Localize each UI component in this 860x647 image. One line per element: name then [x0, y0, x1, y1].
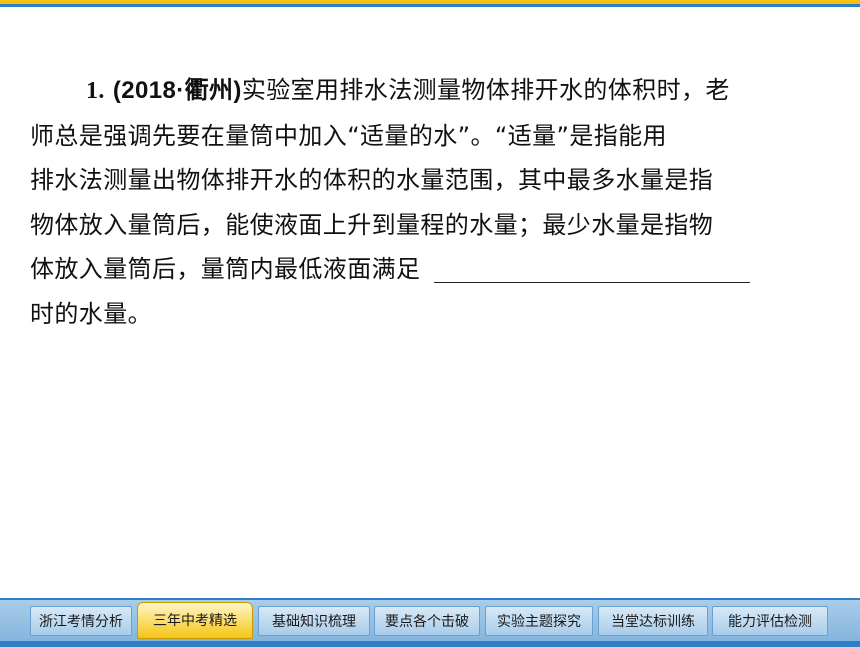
- question-line-4: 物体放入量筒后，能使液面上升到量程的水量；最少水量是指物: [30, 210, 714, 239]
- question-block: 1. (2018·衢州)实验室用排水法测量物体排开水的体积时，老 师总是强调先要…: [30, 68, 820, 336]
- tab-key-points[interactable]: 要点各个击破: [374, 606, 480, 636]
- tab-three-year-selection[interactable]: 三年中考精选: [137, 602, 253, 639]
- tab-zhejiang-analysis[interactable]: 浙江考情分析: [30, 606, 132, 636]
- answer-blank: [434, 258, 751, 283]
- question-line-3: 排水法测量出物体排开水的体积的水量范围，其中最多水量是指: [30, 166, 714, 194]
- question-line-6: 时的水量。: [30, 299, 152, 328]
- tab-experiment-topics[interactable]: 实验主题探究: [485, 606, 593, 636]
- tab-ability-assessment[interactable]: 能力评估检测: [712, 606, 828, 636]
- tab-class-training[interactable]: 当堂达标训练: [598, 606, 708, 636]
- question-line-2: 师总是强调先要在量筒中加入“适量的水”。“适量”是指能用: [30, 121, 667, 150]
- question-number: 1.: [86, 78, 105, 104]
- tab-basic-knowledge[interactable]: 基础知识梳理: [258, 606, 370, 636]
- question-line-5: 体放入量筒后，量筒内最低液面满足: [30, 247, 820, 292]
- question-source: (2018·衢州): [112, 77, 242, 104]
- bottom-nav: 浙江考情分析 三年中考精选 基础知识梳理 要点各个击破 实验主题探究 当堂达标训…: [0, 598, 860, 647]
- question-line-1: 1. (2018·衢州)实验室用排水法测量物体排开水的体积时，老: [30, 68, 820, 114]
- top-accent-line: [0, 4, 860, 7]
- nav-bottom-bar: [0, 641, 860, 647]
- question-text-1: 实验室用排水法测量物体排开水的体积时，老: [241, 76, 730, 104]
- question-text-5: 体放入量筒后，量筒内最低液面满足: [30, 255, 421, 283]
